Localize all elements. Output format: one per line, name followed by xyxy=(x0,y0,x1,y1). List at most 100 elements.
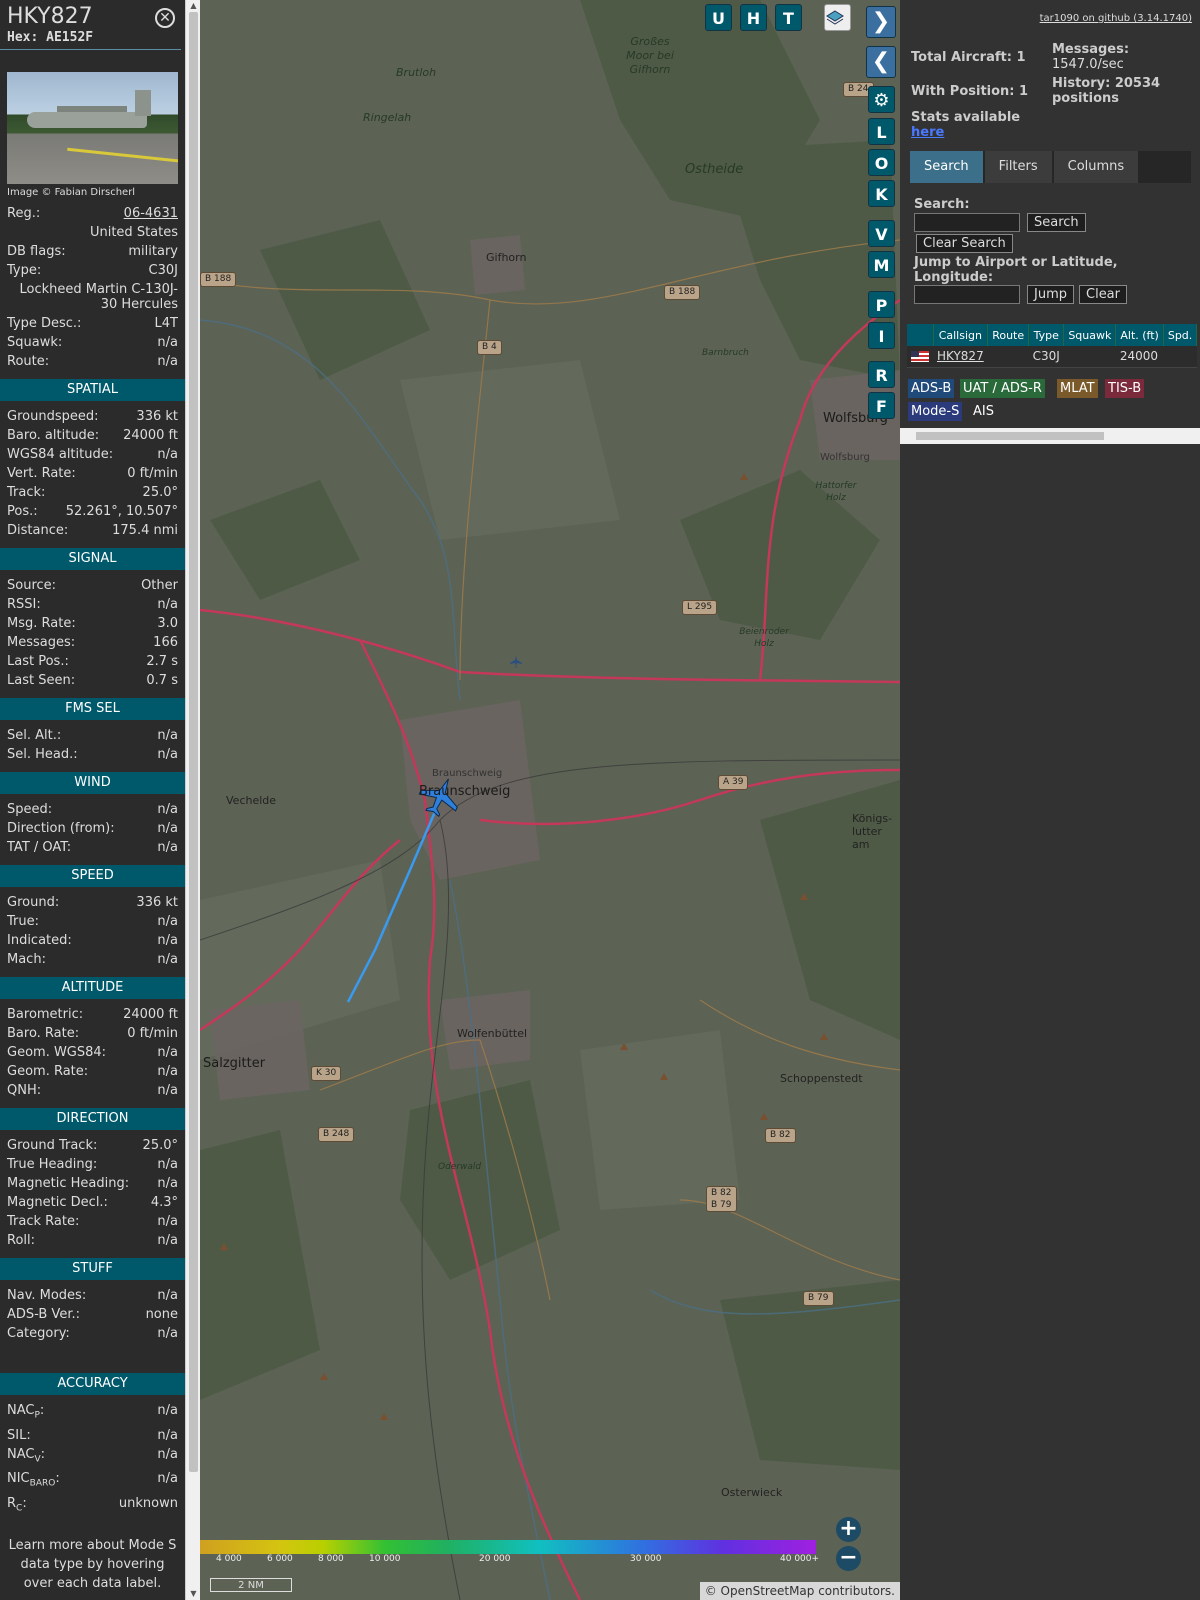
map-view[interactable]: Braunschweig Braunschweig Wolfsburg Wolf… xyxy=(200,0,900,1600)
info-label: Mach: xyxy=(7,952,46,967)
info-label: WGS84 altitude: xyxy=(7,447,114,462)
sidebar-scrollbar[interactable]: ▲ ▼ xyxy=(185,0,200,1600)
table-row[interactable]: HKY827 C30J 24000 xyxy=(907,346,1197,368)
toolbar-button-h[interactable]: H xyxy=(740,4,767,31)
section-header-signal[interactable]: SIGNAL xyxy=(0,548,185,570)
info-value: n/a xyxy=(157,747,178,762)
info-row-altitude: Barometric: 24000 ft xyxy=(0,1005,185,1024)
toolbar-button-m[interactable]: M xyxy=(868,251,895,278)
toolbar-button-t[interactable]: T xyxy=(775,4,802,31)
info-value: 2.7 s xyxy=(146,654,178,669)
section-header-spatial[interactable]: SPATIAL xyxy=(0,379,185,401)
with-position: With Position: 1 xyxy=(911,84,1029,99)
row-callsign[interactable]: HKY827 xyxy=(937,349,984,363)
horizontal-scroll-thumb[interactable] xyxy=(916,432,1104,440)
aircraft-callsign: HKY827 xyxy=(7,4,93,29)
source-modes: Mode-S xyxy=(908,402,963,421)
info-label: Track Rate: xyxy=(7,1214,80,1229)
close-icon[interactable]: ✕ xyxy=(155,8,175,28)
info-row-accuracy: NACP: n/a xyxy=(0,1401,185,1426)
column-speed[interactable]: Spd. xyxy=(1163,324,1198,346)
place-beienroder-holz: Beienroder Holz xyxy=(739,627,789,649)
legend-label: 8 000 xyxy=(318,1554,344,1564)
info-value: n/a xyxy=(157,821,178,836)
gear-icon[interactable]: ⚙ xyxy=(868,86,895,113)
info-row-country: United States xyxy=(89,225,178,240)
toolbar-button-p[interactable]: P xyxy=(868,291,895,318)
info-row-fms: Sel. Alt.: n/a xyxy=(0,726,185,745)
source-uat: UAT / ADS-R xyxy=(960,379,1045,398)
toolbar-button-o[interactable]: O xyxy=(868,149,895,176)
info-row-altitude: Geom. Rate: n/a xyxy=(0,1062,185,1081)
sidebar-scroll-thumb[interactable] xyxy=(189,12,198,1472)
section-header-stuff[interactable]: STUFF xyxy=(0,1258,185,1280)
scroll-down-icon[interactable]: ▼ xyxy=(186,1588,201,1600)
section-header-wind[interactable]: WIND xyxy=(0,772,185,794)
layers-icon[interactable] xyxy=(824,4,851,31)
section-header-direction[interactable]: DIRECTION xyxy=(0,1108,185,1130)
info-row-signal: Last Seen: 0.7 s xyxy=(0,671,185,690)
toolbar-button-u[interactable]: U xyxy=(705,4,732,31)
table-header-row: Callsign Route Type Squawk Alt. (ft) Spd… xyxy=(907,324,1198,346)
info-label: Last Seen: xyxy=(7,673,76,688)
column-flag[interactable] xyxy=(907,324,934,346)
info-label: Baro. Rate: xyxy=(7,1026,80,1041)
column-route[interactable]: Route xyxy=(987,324,1030,346)
jump-label: Jump to Airport or Latitude, Longitude: xyxy=(914,255,1118,285)
info-label: QNH: xyxy=(7,1083,42,1098)
info-label: Vert. Rate: xyxy=(7,466,76,481)
info-label: Category: xyxy=(7,1326,70,1341)
map-attribution[interactable]: © OpenStreetMap contributors. xyxy=(699,1582,900,1600)
chevron-left-icon[interactable]: ❮ xyxy=(866,46,896,78)
info-row-typedesc: Type Desc.: L4T xyxy=(7,316,178,331)
chevron-right-icon[interactable]: ❯ xyxy=(866,6,896,38)
column-type[interactable]: Type xyxy=(1028,324,1065,346)
small-aircraft-icon xyxy=(510,656,522,668)
search-input[interactable] xyxy=(914,213,1020,232)
toolbar-button-i[interactable]: I xyxy=(868,322,895,349)
legend-label: 4 000 xyxy=(216,1554,242,1564)
road-shield-b188: B 188 xyxy=(664,285,701,300)
tab-filters[interactable]: Filters xyxy=(984,151,1052,183)
jump-button[interactable]: Jump xyxy=(1027,285,1074,304)
info-row-direction: Roll: n/a xyxy=(0,1231,185,1250)
info-value: none xyxy=(145,1307,178,1322)
clear-button[interactable]: Clear xyxy=(1079,285,1127,304)
info-value: n/a xyxy=(157,1471,178,1487)
stats-link[interactable]: here xyxy=(911,125,944,140)
info-label: TAT / OAT: xyxy=(7,840,72,855)
section-header-accuracy[interactable]: ACCURACY xyxy=(0,1373,185,1395)
aircraft-photo[interactable] xyxy=(7,72,178,184)
scroll-up-icon[interactable]: ▲ xyxy=(186,0,201,12)
tab-columns[interactable]: Columns xyxy=(1053,151,1139,183)
table-horizontal-scrollbar[interactable] xyxy=(900,428,1200,444)
section-header-altitude[interactable]: ALTITUDE xyxy=(0,977,185,999)
zoom-in-icon[interactable]: + xyxy=(836,1517,861,1542)
toolbar-button-r[interactable]: R xyxy=(868,361,895,388)
legend-label: 20 000 xyxy=(479,1554,511,1564)
info-row-accuracy: SIL: n/a xyxy=(0,1426,185,1445)
tab-search[interactable]: Search xyxy=(910,151,983,183)
column-squawk[interactable]: Squawk xyxy=(1063,324,1117,346)
toolbar-button-k[interactable]: K xyxy=(868,180,895,207)
section-header-fms[interactable]: FMS SEL xyxy=(0,698,185,720)
column-callsign[interactable]: Callsign xyxy=(933,324,989,346)
github-link[interactable]: tar1090 on github (3.14.1740) xyxy=(1040,13,1192,24)
search-label: Search: xyxy=(914,197,970,212)
info-label: Sel. Head.: xyxy=(7,747,78,762)
search-button[interactable]: Search xyxy=(1027,213,1086,232)
zoom-out-icon[interactable]: − xyxy=(836,1546,861,1571)
jump-input[interactable] xyxy=(914,285,1020,304)
place-braunschweig-small: Braunschweig xyxy=(432,768,503,779)
info-value: n/a xyxy=(157,597,178,612)
toolbar-button-f[interactable]: F xyxy=(868,392,895,419)
column-altitude[interactable]: Alt. (ft) xyxy=(1115,324,1164,346)
toolbar-button-l[interactable]: L xyxy=(868,118,895,145)
toolbar-button-v[interactable]: V xyxy=(868,220,895,247)
registration-link[interactable]: 06-4631 xyxy=(124,204,178,223)
clear-search-button[interactable]: Clear Search xyxy=(916,234,1013,253)
section-header-speed[interactable]: SPEED xyxy=(0,865,185,887)
info-row-spatial: Pos.: 52.261°, 10.507° xyxy=(0,502,185,521)
info-label: Magnetic Heading: xyxy=(7,1176,130,1191)
info-value: n/a xyxy=(157,1326,178,1341)
